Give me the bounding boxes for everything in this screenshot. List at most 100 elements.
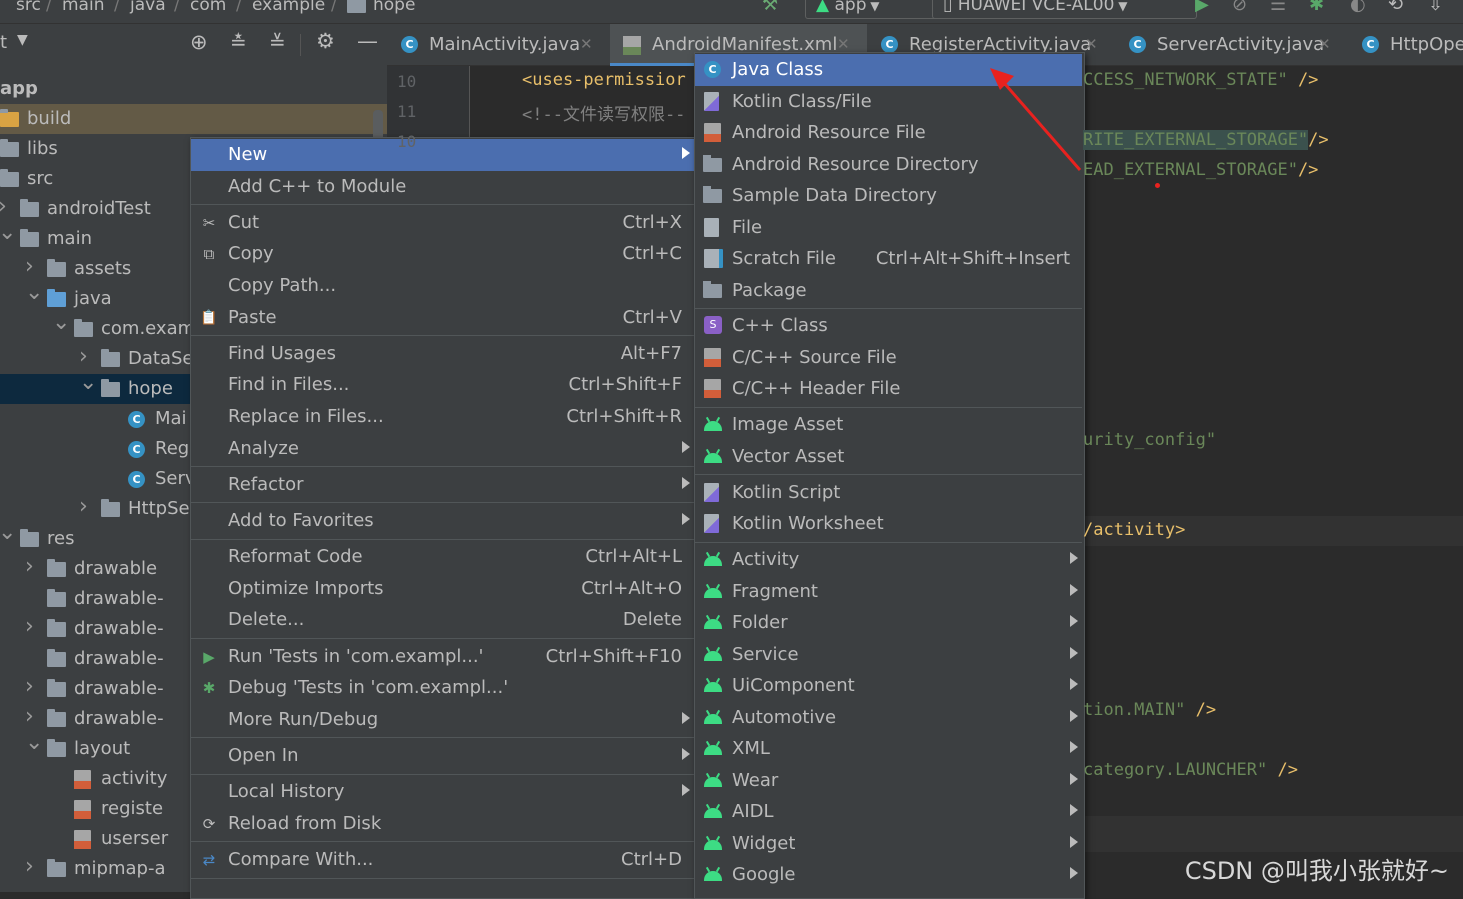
breadcrumb-item[interactable]: main (62, 0, 104, 15)
android-icon (704, 682, 722, 693)
menu-item[interactable]: S C++ Class (695, 310, 1082, 342)
menu-item-label: C/C++ Header File (732, 378, 901, 400)
breadcrumb-item[interactable]: src (16, 0, 41, 15)
menu-item[interactable]: Wear (695, 765, 1082, 797)
run-icon[interactable]: ▶ (1195, 0, 1209, 15)
menu-item[interactable]: Vector Asset (695, 441, 1082, 473)
menu-item[interactable]: Sample Data Directory (695, 180, 1082, 212)
menu-item[interactable]: Kotlin Worksheet (695, 508, 1082, 540)
editor-tab[interactable]: C MainActivity.java ✕ (387, 24, 610, 66)
menu-item[interactable]: Activity (695, 544, 1082, 576)
tree-item[interactable]: build (0, 104, 387, 134)
menu-separator (695, 541, 1082, 543)
menu-item[interactable]: ▶ Run 'Tests in 'com.exampl...' Ctrl+Shift… (191, 641, 694, 673)
editor-tab[interactable]: C HttpOpe (1348, 24, 1463, 66)
chevron-down-icon[interactable]: ⌄ (52, 310, 70, 335)
chevron-down-icon[interactable]: ⌄ (25, 280, 43, 305)
gear-icon[interactable]: ⚙ (316, 29, 335, 53)
navigation-bar: src / main / java / com / example / hope ⚒ ▲ app ▼ ▯ … (0, 0, 1463, 24)
chevron-down-icon[interactable]: ▼ (17, 32, 28, 48)
chevron-right-icon[interactable]: › (79, 344, 88, 369)
menu-item[interactable]: Google (695, 859, 1082, 891)
chevron-down-icon[interactable]: ⌄ (79, 370, 97, 395)
menu-item[interactable]: Kotlin Script (695, 477, 1082, 509)
crosshair-icon[interactable]: ⊕ (190, 30, 208, 54)
java-class-icon: C (1129, 36, 1146, 53)
menu-item[interactable]: Replace in Files... Ctrl+Shift+R (191, 401, 694, 433)
menu-item[interactable]: Reformat Code Ctrl+Alt+L (191, 541, 694, 573)
menu-item[interactable]: 📋 Paste Ctrl+V (191, 302, 694, 334)
menu-item[interactable]: ⧉ Copy Ctrl+C (191, 238, 694, 270)
debug-icon[interactable]: ✱ (1309, 0, 1324, 15)
scissors-icon: ✂ (202, 213, 216, 232)
chevron-down-icon[interactable]: ⌄ (0, 220, 16, 245)
sync-icon[interactable]: ⇩ (1428, 0, 1443, 15)
chevron-right-icon[interactable]: › (79, 494, 88, 519)
menu-item[interactable]: Analyze (191, 433, 694, 465)
menu-item[interactable]: Delete... Delete (191, 604, 694, 636)
menu-item[interactable]: Service (695, 639, 1082, 671)
project-view-selector[interactable]: t (0, 32, 7, 53)
menu-item[interactable]: UiComponent (695, 670, 1082, 702)
menu-item[interactable]: Copy Path... (191, 270, 694, 302)
menu-item[interactable]: ⇄ Compare With... Ctrl+D (191, 844, 694, 876)
close-icon[interactable]: ✕ (1318, 35, 1331, 53)
editor-tab-label: HttpOpe (1390, 34, 1463, 55)
breadcrumb-item[interactable]: java (130, 0, 166, 15)
chevron-right-icon[interactable]: › (25, 614, 34, 639)
close-icon[interactable]: ✕ (580, 35, 593, 53)
breadcrumb-item[interactable]: hope (373, 0, 415, 15)
menu-item[interactable]: More Run/Debug (191, 704, 694, 736)
module-app-label[interactable]: app (0, 78, 38, 99)
hammer-icon[interactable]: ⚒ (762, 0, 778, 15)
breadcrumb-item[interactable]: example (252, 0, 325, 15)
menu-item[interactable]: C/C++ Header File (695, 373, 1082, 405)
menu-item[interactable]: Image Asset (695, 409, 1082, 441)
menu-item[interactable]: Scratch File Ctrl+Alt+Shift+Insert (695, 243, 1082, 275)
editor-tab[interactable]: C ServerActivity.java ✕ (1115, 24, 1348, 66)
chevron-right-icon[interactable]: › (0, 194, 7, 219)
menu-item-label: Copy Path... (228, 275, 337, 296)
menu-item[interactable]: Local History (191, 776, 694, 808)
menu-item[interactable]: Refactor (191, 469, 694, 501)
menu-item[interactable]: ⟳ Reload from Disk (191, 808, 694, 840)
menu-item[interactable]: ✱ Debug 'Tests in 'com.exampl...' (191, 672, 694, 704)
menu-item[interactable]: XML (695, 733, 1082, 765)
hide-panel-icon[interactable]: — (357, 29, 378, 53)
menu-item[interactable]: Widget (695, 828, 1082, 860)
device-selector[interactable]: ▯ HUAWEI VCE-AL00 ▼ (932, 0, 1197, 19)
gradle-icon[interactable]: ⟲ (1388, 0, 1403, 15)
menu-item[interactable]: Automotive (695, 702, 1082, 734)
menu-item[interactable]: Add to Favorites (191, 505, 694, 537)
menu-item[interactable]: Optimize Imports Ctrl+Alt+O (191, 573, 694, 605)
profiler-icon[interactable]: ☰ (1270, 0, 1286, 15)
menu-item[interactable]: Find in Files... Ctrl+Shift+F (191, 369, 694, 401)
menu-item[interactable]: Add C++ to Module (191, 171, 694, 203)
menu-item[interactable]: AIDL (695, 796, 1082, 828)
chevron-right-icon[interactable]: › (25, 254, 34, 279)
menu-item[interactable]: File (695, 212, 1082, 244)
menu-item[interactable]: ✂ Cut Ctrl+X (191, 207, 694, 239)
run-config-selector[interactable]: ▲ app ▼ (805, 0, 942, 19)
menu-item[interactable]: C/C++ Source File (695, 342, 1082, 374)
collapse-all-icon[interactable]: ≚ (269, 30, 286, 54)
menu-item[interactable]: Open In (191, 740, 694, 772)
expand-all-icon[interactable]: ≛ (230, 30, 247, 54)
menu-item[interactable]: New (191, 139, 694, 171)
menu-item[interactable]: Folder (695, 607, 1082, 639)
breadcrumb-item[interactable]: com (190, 0, 226, 15)
chevron-right-icon[interactable]: › (25, 704, 34, 729)
close-icon[interactable]: ✕ (837, 35, 850, 53)
chevron-right-icon[interactable]: › (25, 674, 34, 699)
chevron-right-icon[interactable]: › (25, 554, 34, 579)
menu-item[interactable]: Fragment (695, 576, 1082, 608)
coverage-icon[interactable]: ⊘ (1232, 0, 1247, 15)
close-icon[interactable]: ✕ (1085, 35, 1098, 53)
attach-debugger-icon[interactable]: ◐ (1350, 0, 1366, 15)
menu-item[interactable]: Package (695, 275, 1082, 307)
chevron-right-icon[interactable]: › (25, 854, 34, 879)
java-class-icon: C (1362, 36, 1379, 53)
chevron-down-icon[interactable]: ⌄ (25, 730, 43, 755)
chevron-down-icon[interactable]: ⌄ (0, 520, 16, 545)
menu-item[interactable]: Find Usages Alt+F7 (191, 338, 694, 370)
